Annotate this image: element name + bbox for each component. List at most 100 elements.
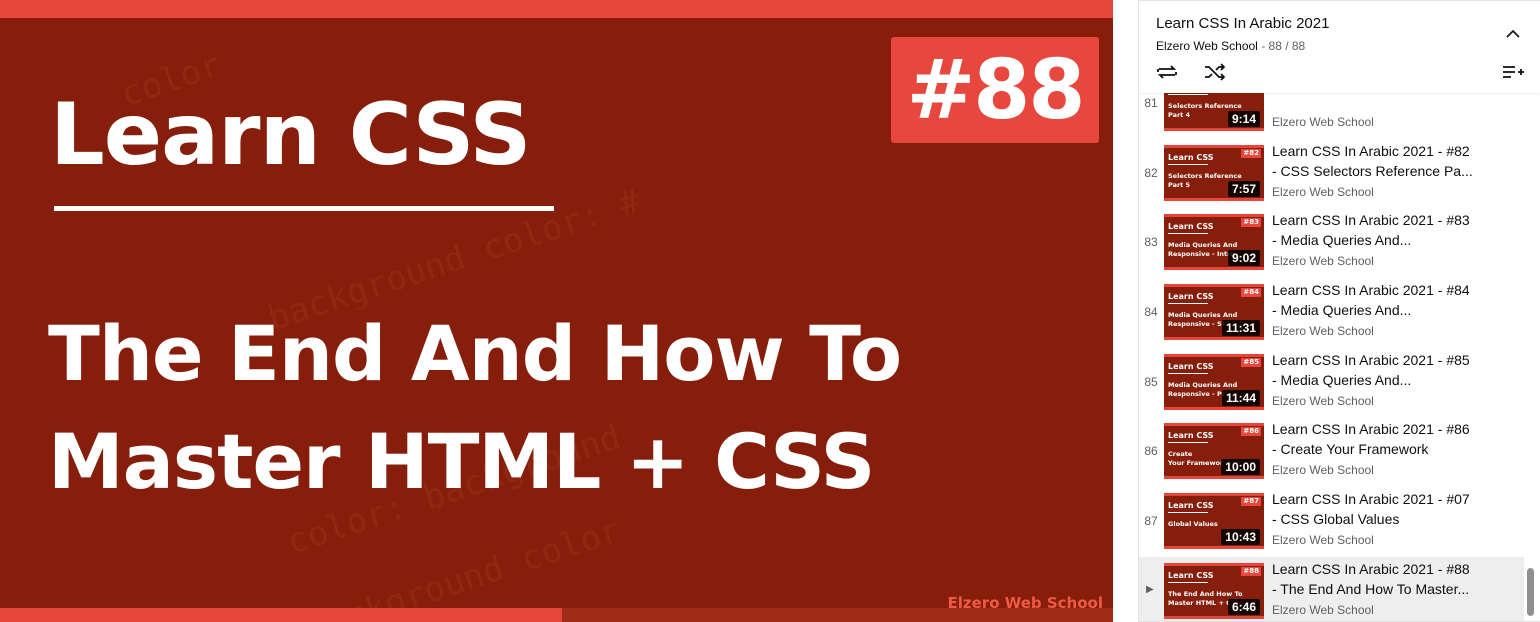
playlist-item-thumbnail[interactable]: Learn CSS #87 Global Values 10:43	[1164, 493, 1264, 550]
thumb-episode-badge: #83	[1241, 218, 1261, 228]
loop-icon[interactable]	[1153, 58, 1181, 86]
thumb-strip	[1164, 214, 1264, 218]
episode-badge: #88	[891, 37, 1099, 143]
progress-bar-fill[interactable]	[0, 608, 563, 622]
playlist-scrollbar-thumb[interactable]	[1527, 568, 1534, 616]
playlist-item-thumbnail[interactable]: Learn CSS #82 Selectors Reference Part 5 7:…	[1164, 144, 1264, 201]
thumb-bottom-strip	[1164, 197, 1264, 201]
playlist-item-title[interactable]: Learn CSS In Arabic 2021 - #82 - CSS Sele…	[1272, 141, 1482, 181]
playlist-item[interactable]: 87 Learn CSS #87 Global Values 10:43 Learn CS…	[1139, 487, 1524, 557]
thumb-title: Learn CSS	[1168, 501, 1214, 511]
thumb-caption: Global Values	[1168, 520, 1218, 529]
playlist-item-title[interactable]: Learn CSS In Arabic 2021 - #88 - The End …	[1272, 559, 1482, 599]
playlist-title[interactable]: Learn CSS In Arabic 2021	[1156, 15, 1329, 32]
playlist-item-title[interactable]: Learn CSS In Arabic 2021 - #85 - Media Qu…	[1272, 350, 1482, 390]
shuffle-icon[interactable]	[1201, 58, 1229, 86]
playlist-subtitle: Elzero Web School - 88 / 88	[1156, 39, 1306, 53]
playlist-item-channel[interactable]: Elzero Web School	[1272, 394, 1374, 408]
playlist-item-channel[interactable]: Elzero Web School	[1272, 603, 1374, 617]
playlist-item-channel[interactable]: Elzero Web School	[1272, 463, 1374, 477]
thumb-episode-badge: #87	[1241, 497, 1261, 507]
duration-badge: 10:00	[1221, 459, 1260, 476]
duration-badge: 7:57	[1227, 180, 1260, 197]
thumb-bottom-strip	[1164, 337, 1264, 341]
playlist-item-title-line1: Learn CSS In Arabic 2021 - #83	[1272, 212, 1470, 229]
thumb-bottom-strip	[1164, 546, 1264, 550]
thumb-strip	[1164, 284, 1264, 288]
thumb-underline	[1168, 512, 1208, 514]
video-title-line3: Master HTML + CSS	[48, 416, 875, 506]
playlist-channel[interactable]: Elzero Web School	[1156, 39, 1258, 53]
now-playing-icon: ▶	[1146, 583, 1154, 595]
playlist-item-title[interactable]: Learn CSS In Arabic 2021 - #83 - Media Qu…	[1272, 210, 1482, 250]
playlist-item[interactable]: 84 Learn CSS #84 Media Queries And Responsi…	[1139, 278, 1524, 348]
playlist-header: Learn CSS In Arabic 2021 Elzero Web Scho…	[1139, 1, 1540, 93]
thumb-episode-badge: #85	[1241, 357, 1261, 367]
thumb-title: Learn CSS	[1168, 152, 1214, 162]
thumb-underline	[1168, 94, 1208, 95]
playlist-item-channel[interactable]: Elzero Web School	[1272, 185, 1374, 199]
playlist-item-title[interactable]: Learn CSS In Arabic 2021 - #07 - CSS Glob…	[1272, 489, 1482, 529]
duration-badge: 9:14	[1227, 111, 1260, 127]
playlist-item[interactable]: ▶ Learn CSS #88 The End And How To Master H…	[1139, 556, 1524, 621]
thumb-title: Learn CSS	[1168, 431, 1214, 441]
playlist-panel: Learn CSS In Arabic 2021 Elzero Web Scho…	[1138, 0, 1540, 622]
duration-badge: 6:46	[1227, 598, 1260, 615]
thumb-title: Learn CSS	[1168, 570, 1214, 580]
duration-badge: 11:31	[1221, 320, 1260, 337]
playlist-item-index: 84	[1144, 305, 1158, 320]
collapse-chevron-icon[interactable]	[1499, 20, 1527, 48]
video-top-strip	[0, 0, 1113, 18]
playlist-item-index: 87	[1144, 514, 1158, 529]
playlist-item-title-line2: - Create Your Framework	[1272, 441, 1429, 458]
thumb-title: Learn CSS	[1168, 222, 1214, 232]
playlist-item-thumbnail[interactable]: Learn CSS #86 Create Your Framewor 10:00	[1164, 423, 1264, 480]
thumb-bottom-strip	[1164, 615, 1264, 619]
thumb-bottom-strip	[1164, 128, 1264, 131]
duration-badge: 11:44	[1221, 389, 1260, 406]
thumb-episode-badge: #82	[1241, 148, 1261, 158]
playlist-item-channel[interactable]: Elzero Web School	[1272, 115, 1374, 129]
playlist-item-thumbnail[interactable]: Learn CSS #85 Media Queries And Responsive…	[1164, 353, 1264, 410]
playlist-item-thumbnail[interactable]: Learn CSS #83 Media Queries And Responsive…	[1164, 214, 1264, 271]
playlist-item[interactable]: 86 Learn CSS #86 Create Your Framewor 10:00 L…	[1139, 417, 1524, 487]
playlist-item-title-line2: - Media Queries And...	[1272, 371, 1412, 388]
playlist-item-index: 86	[1144, 444, 1158, 459]
video-title-block: The End And How To Master HTML + CSS	[48, 300, 902, 516]
thumb-strip	[1164, 562, 1264, 566]
playlist-item-title[interactable]: Learn CSS In Arabic 2021 - #86 - Create Y…	[1272, 419, 1482, 459]
playlist-item-thumbnail[interactable]: Learn CSS #84 Media Queries And Responsive…	[1164, 284, 1264, 341]
playlist-item-channel[interactable]: Elzero Web School	[1272, 324, 1374, 338]
thumb-bottom-strip	[1164, 267, 1264, 271]
playlist-item-title-line1: Learn CSS In Arabic 2021 - #86	[1272, 421, 1470, 438]
thumb-episode-badge: #84	[1241, 288, 1261, 298]
playlist-items: 81Learn CSS#81Selectors Reference Part 4…	[1139, 73, 1524, 621]
thumb-episode-badge: #88	[1241, 566, 1261, 576]
thumb-strip	[1164, 493, 1264, 497]
playlist-item[interactable]: 82 Learn CSS #82 Selectors Reference Part 5…	[1139, 139, 1524, 209]
playlist-item-channel[interactable]: Elzero Web School	[1272, 533, 1374, 547]
playlist-item-thumbnail[interactable]: Learn CSS #88 The End And How To Master HT…	[1164, 562, 1264, 619]
thumb-episode-badge: #86	[1241, 427, 1261, 437]
progress-bar-track[interactable]	[562, 608, 1113, 622]
playlist-item-title[interactable]: Learn CSS In Arabic 2021 - #84 - Media Qu…	[1272, 280, 1482, 320]
playlist-item[interactable]: 83 Learn CSS #83 Media Queries And Responsi…	[1139, 208, 1524, 278]
playlist-item-channel[interactable]: Elzero Web School	[1272, 254, 1374, 268]
video-title-line2: The End And How To	[48, 309, 902, 398]
playlist-item-index: 85	[1144, 374, 1158, 389]
save-to-playlist-icon[interactable]	[1499, 58, 1527, 86]
thumb-underline	[1168, 233, 1208, 235]
playlist-item-title-line1: Learn CSS In Arabic 2021 - #85	[1272, 351, 1470, 368]
thumb-strip	[1164, 353, 1264, 357]
thumb-title: Learn CSS	[1168, 292, 1214, 302]
video-player[interactable]: color background color: # color: backgro…	[0, 0, 1113, 622]
thumb-strip	[1164, 423, 1264, 427]
thumb-underline	[1168, 442, 1208, 444]
duration-badge: 10:43	[1221, 529, 1260, 546]
playlist-item[interactable]: 85 Learn CSS #85 Media Queries And Responsi…	[1139, 348, 1524, 418]
title-underline	[54, 206, 554, 211]
playlist-item-title-line1: Learn CSS In Arabic 2021 - #88	[1272, 560, 1470, 577]
playlist-scrollbar[interactable]	[1525, 92, 1535, 618]
playlist-item-title-line1: Learn CSS In Arabic 2021 - #82	[1272, 142, 1470, 159]
thumb-underline	[1168, 303, 1208, 305]
